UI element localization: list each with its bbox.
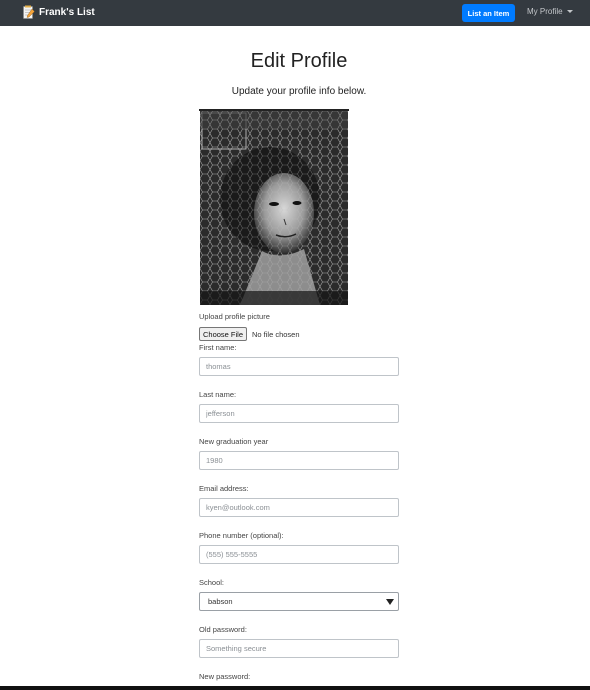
brand-link[interactable]: Frank's List [23,5,95,19]
phone-input[interactable] [199,545,399,564]
navbar: Frank's List List an Item My Profile [0,0,590,26]
my-profile-label: My Profile [527,7,563,16]
email-label: Email address: [199,484,249,493]
grad-year-label: New graduation year [199,437,269,446]
page-title: Edit Profile [250,50,348,72]
profile-picture [200,111,348,305]
taskbar-edge [0,686,590,690]
phone-label: Phone number (optional): [199,531,284,540]
upload-label: Upload profile picture [199,312,270,321]
select-arrow-icon [386,599,394,605]
my-profile-dropdown[interactable]: My Profile [527,7,573,16]
first-name-label: First name: [199,343,237,352]
page-subtitle: Update your profile info below. [231,86,367,97]
new-password-label: New password: [199,672,251,681]
email-input[interactable] [199,498,399,517]
caret-down-icon [566,10,573,13]
old-password-label: Old password: [199,625,247,634]
grad-year-input[interactable] [199,451,399,470]
last-name-label: Last name: [199,390,237,399]
old-password-input[interactable] [199,639,399,658]
choose-file-button[interactable]: Choose File [199,327,247,341]
school-select[interactable]: babson [199,592,399,611]
first-name-input[interactable] [199,357,399,376]
list-item-button[interactable]: List an Item [462,4,515,22]
file-status: No file chosen [252,329,300,339]
school-label: School: [199,578,225,587]
file-upload: Choose File No file chosen [199,327,300,341]
notepad-pencil-icon [23,5,35,19]
last-name-input[interactable] [199,404,399,423]
brand-name: Frank's List [39,6,95,18]
school-selected-value: babson [208,597,233,606]
